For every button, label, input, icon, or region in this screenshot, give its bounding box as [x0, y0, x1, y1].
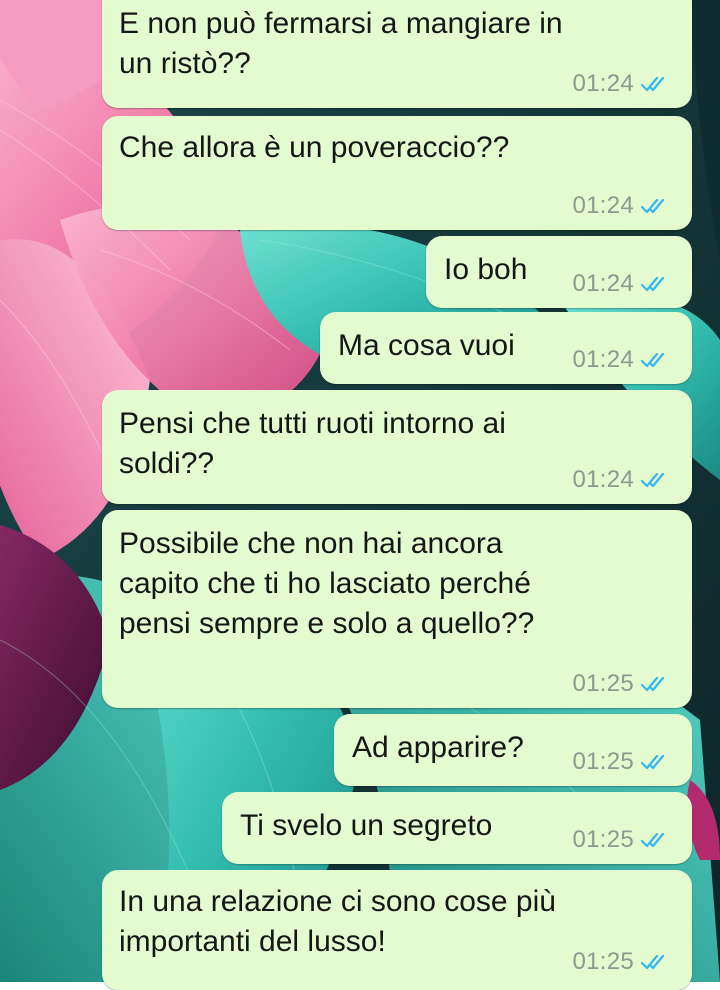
- double-check-icon: [640, 675, 670, 693]
- message-timestamp: 01:24: [572, 192, 634, 219]
- message-meta: 01:24: [572, 192, 670, 220]
- message-timestamp: 01:24: [572, 346, 634, 373]
- message-text-line: Io boh: [444, 253, 528, 286]
- message-text-line: pensi sempre e solo a quello??: [119, 607, 535, 640]
- message-meta: 01:24: [572, 270, 670, 298]
- message-text-line: Ad apparire?: [352, 731, 524, 764]
- message-bubble-outgoing[interactable]: Che allora è un poveraccio?? 01:24: [102, 116, 692, 230]
- message-bubble-outgoing[interactable]: Pensi che tutti ruoti intorno ai soldi??…: [102, 390, 692, 504]
- message-timestamp: 01:25: [572, 826, 634, 853]
- message-text-line: Pensi che tutti ruoti intorno ai: [119, 407, 506, 440]
- message-text-line: soldi??: [119, 447, 215, 480]
- message-text: Che allora è un poveraccio??: [119, 128, 509, 168]
- message-bubble-outgoing[interactable]: Ad apparire? 01:25: [334, 714, 692, 786]
- double-check-icon: [640, 753, 670, 771]
- double-check-icon: [640, 75, 670, 93]
- message-timestamp: 01:24: [572, 270, 634, 297]
- message-meta: 01:25: [572, 748, 670, 776]
- double-check-icon: [640, 351, 670, 369]
- message-text-line: importanti del lusso!: [119, 925, 386, 958]
- message-text: Possibile che non hai ancora capito che …: [119, 524, 534, 644]
- message-bubble-outgoing[interactable]: Ti svelo un segreto 01:25: [222, 792, 692, 864]
- message-bubble-outgoing[interactable]: Io boh 01:24: [426, 236, 692, 308]
- message-meta: 01:24: [572, 466, 670, 494]
- message-text-line: capito che ti ho lasciato perché: [119, 567, 531, 600]
- message-text-line: E non può fermarsi a mangiare in: [119, 7, 563, 40]
- message-timestamp: 01:24: [572, 466, 634, 493]
- message-text-line: Ti svelo un segreto: [240, 809, 493, 842]
- message-meta: 01:25: [572, 670, 670, 698]
- message-text-line: Ma cosa vuoi: [338, 329, 515, 362]
- message-timestamp: 01:24: [572, 70, 634, 97]
- chat-message-list[interactable]: E non può fermarsi a mangiare in un rist…: [0, 0, 720, 990]
- double-check-icon: [640, 197, 670, 215]
- message-meta: 01:24: [572, 346, 670, 374]
- message-timestamp: 01:25: [572, 670, 634, 697]
- message-text-line: In una relazione ci sono cose più: [119, 885, 556, 918]
- message-meta: 01:25: [572, 826, 670, 854]
- message-bubble-outgoing[interactable]: Possibile che non hai ancora capito che …: [102, 510, 692, 708]
- message-text: Ma cosa vuoi: [338, 326, 515, 366]
- message-timestamp: 01:25: [572, 948, 634, 975]
- message-bubble-outgoing[interactable]: E non può fermarsi a mangiare in un rist…: [102, 0, 692, 108]
- message-text: Ad apparire?: [352, 728, 524, 768]
- message-meta: 01:24: [572, 70, 670, 98]
- message-text-line: Possibile che non hai ancora: [119, 527, 503, 560]
- message-text-line: un ristò??: [119, 47, 251, 80]
- message-text: Pensi che tutti ruoti intorno ai soldi??: [119, 404, 506, 484]
- message-bubble-outgoing[interactable]: In una relazione ci sono cose più import…: [102, 870, 692, 990]
- double-check-icon: [640, 953, 670, 971]
- double-check-icon: [640, 275, 670, 293]
- message-text: E non può fermarsi a mangiare in un rist…: [119, 4, 563, 84]
- double-check-icon: [640, 831, 670, 849]
- message-bubble-outgoing[interactable]: Ma cosa vuoi 01:24: [320, 312, 692, 384]
- message-meta: 01:25: [572, 948, 670, 976]
- double-check-icon: [640, 471, 670, 489]
- message-text-line: Che allora è un poveraccio??: [119, 131, 510, 164]
- message-text: Io boh: [444, 250, 527, 290]
- message-timestamp: 01:25: [572, 748, 634, 775]
- message-text: Ti svelo un segreto: [240, 806, 492, 846]
- message-text: In una relazione ci sono cose più import…: [119, 882, 556, 962]
